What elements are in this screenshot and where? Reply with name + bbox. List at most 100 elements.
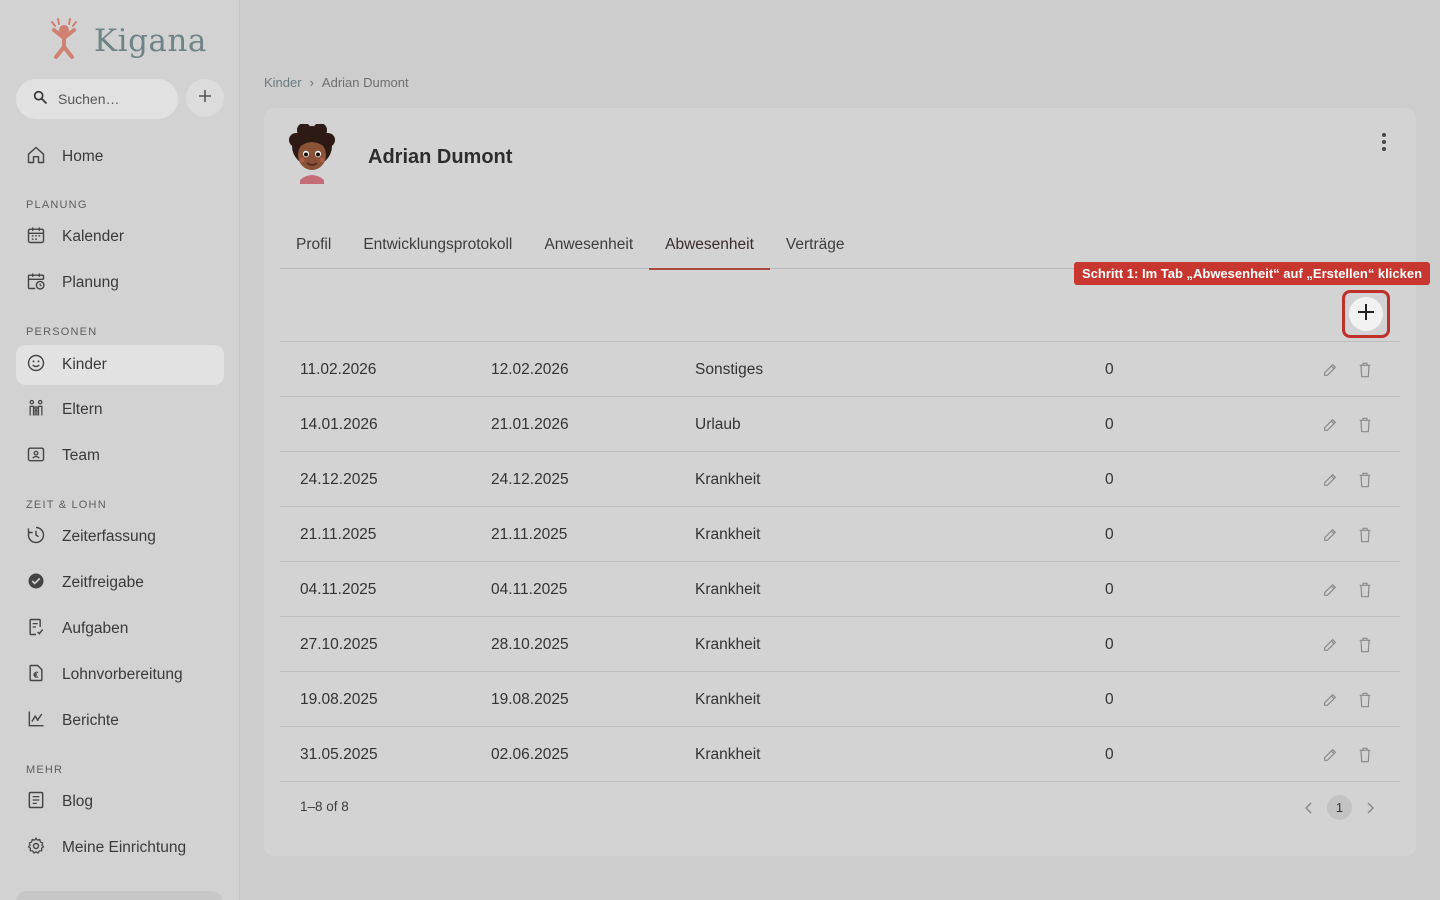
absence-to-date: 04.11.2025	[491, 581, 568, 598]
sidebar-item-kinder[interactable]: Kinder	[16, 345, 224, 385]
sidebar-item-kalender[interactable]: Kalender	[16, 217, 224, 257]
delete-icon[interactable]	[1355, 470, 1375, 490]
more-options-button[interactable]	[1370, 130, 1398, 158]
absence-type: Krankheit	[695, 746, 761, 763]
delete-icon[interactable]	[1355, 745, 1375, 765]
table-row[interactable]: 21.11.2025 21.11.2025 Krankheit 0	[280, 507, 1400, 562]
table-row[interactable]: 24.12.2025 24.12.2025 Krankheit 0	[280, 452, 1400, 507]
absence-type: Sonstiges	[695, 361, 764, 378]
sidebar-item-label: Lohnvorbereitung	[62, 666, 183, 683]
edit-icon[interactable]	[1320, 635, 1340, 655]
tab-abwesenheit[interactable]: Abwesenheit	[649, 226, 770, 270]
table-row[interactable]: 27.10.2025 28.10.2025 Krankheit 0	[280, 617, 1400, 672]
pagination-summary: 1–8 of 8	[300, 799, 349, 814]
calendar-icon	[26, 225, 46, 250]
absence-days: 0	[1105, 636, 1114, 653]
sidebar-item-aufgaben[interactable]: Aufgaben	[16, 609, 224, 649]
absence-type: Krankheit	[695, 691, 761, 708]
breadcrumb-link-kinder[interactable]: Kinder	[264, 75, 302, 90]
sidebar-item-home[interactable]: Home	[16, 137, 224, 177]
sidebar-item-label: Berichte	[62, 712, 119, 729]
sidebar-item-planung[interactable]: Planung	[16, 263, 224, 303]
sidebar-item-team[interactable]: Team	[16, 436, 224, 476]
absence-type: Krankheit	[695, 526, 761, 543]
delete-icon[interactable]	[1355, 360, 1375, 380]
table-row[interactable]: 19.08.2025 19.08.2025 Krankheit 0	[280, 672, 1400, 727]
tab-profil[interactable]: Profil	[280, 226, 347, 269]
table-row[interactable]: 04.11.2025 04.11.2025 Krankheit 0	[280, 562, 1400, 617]
smiley-face-icon	[26, 353, 46, 378]
tab-vertraege[interactable]: Verträge	[770, 226, 861, 269]
table-row[interactable]: 14.01.2026 21.01.2026 Urlaub 0	[280, 397, 1400, 452]
brand-name: Kigana	[94, 22, 207, 59]
absence-type: Krankheit	[695, 471, 761, 488]
absence-to-date: 19.08.2025	[491, 691, 569, 708]
delete-icon[interactable]	[1355, 580, 1375, 600]
search-input[interactable]	[58, 91, 168, 107]
delete-icon[interactable]	[1355, 415, 1375, 435]
absence-to-date: 21.11.2025	[491, 526, 568, 543]
absence-days: 0	[1105, 471, 1114, 488]
euro-document-icon	[26, 663, 46, 688]
search-box[interactable]	[16, 79, 178, 119]
task-icon	[26, 617, 46, 642]
next-page-button[interactable]	[1360, 796, 1380, 820]
previous-page-button[interactable]	[1299, 796, 1319, 820]
gear-icon	[26, 836, 46, 861]
page-number-button[interactable]: 1	[1327, 795, 1352, 820]
quick-add-button[interactable]	[186, 79, 224, 117]
child-avatar	[284, 123, 340, 184]
absence-type: Urlaub	[695, 416, 741, 433]
edit-icon[interactable]	[1320, 580, 1340, 600]
edit-icon[interactable]	[1320, 415, 1340, 435]
absence-days: 0	[1105, 691, 1114, 708]
tab-entwicklungsprotokoll[interactable]: Entwicklungsprotokoll	[347, 226, 528, 269]
tab-anwesenheit[interactable]: Anwesenheit	[528, 226, 649, 269]
absence-table: 11.02.2026 12.02.2026 Sonstiges 0 14.01.…	[280, 341, 1400, 782]
sidebar-item-label: Aufgaben	[62, 620, 129, 637]
absence-to-date: 21.01.2026	[491, 416, 569, 433]
family-icon	[26, 398, 46, 423]
sidebar-item-label: Team	[62, 447, 100, 464]
sidebar-item-zeiterfassung[interactable]: Zeiterfassung	[16, 517, 224, 557]
sidebar-item-lohnvorbereitung[interactable]: Lohnvorbereitung	[16, 655, 224, 695]
sidebar-item-meine-einrichtung[interactable]: Meine Einrichtung	[16, 828, 224, 868]
sidebar-item-zeitfreigabe[interactable]: Zeitfreigabe	[16, 563, 224, 603]
badge-icon	[26, 444, 46, 469]
plus-icon	[198, 89, 212, 108]
sidebar-item-blog[interactable]: Blog	[16, 782, 224, 822]
edit-icon[interactable]	[1320, 470, 1340, 490]
sidebar-item-label: Zeiterfassung	[62, 528, 156, 545]
sidebar-item-eltern[interactable]: Eltern	[16, 390, 224, 430]
sidebar-item-berichte[interactable]: Berichte	[16, 701, 224, 741]
edit-icon[interactable]	[1320, 360, 1340, 380]
absence-type: Krankheit	[695, 636, 761, 653]
delete-icon[interactable]	[1355, 635, 1375, 655]
sidebar-item-label: Blog	[62, 793, 94, 810]
clock-history-icon	[26, 525, 46, 550]
delete-icon[interactable]	[1355, 690, 1375, 710]
table-row[interactable]: 11.02.2026 12.02.2026 Sonstiges 0	[280, 342, 1400, 397]
more-vert-icon	[1382, 132, 1386, 156]
absence-from-date: 24.12.2025	[300, 471, 378, 488]
article-icon	[26, 790, 46, 815]
sidebar-item-label: Eltern	[62, 401, 103, 418]
delete-icon[interactable]	[1355, 525, 1375, 545]
chart-icon	[26, 709, 46, 734]
absence-days: 0	[1105, 416, 1114, 433]
check-circle-icon	[26, 571, 46, 596]
edit-icon[interactable]	[1320, 745, 1340, 765]
edit-icon[interactable]	[1320, 690, 1340, 710]
sidebar-item-label: Kalender	[62, 228, 125, 245]
section-label-personen: PERSONEN	[26, 326, 98, 338]
tutorial-hint-label: Schritt 1: Im Tab „Abwesenheit“ auf „Ers…	[1074, 262, 1431, 285]
section-label-zeit-lohn: ZEIT & LOHN	[26, 499, 107, 511]
child-name-title: Adrian Dumont	[368, 146, 513, 168]
table-row[interactable]: 31.05.2025 02.06.2025 Krankheit 0	[280, 727, 1400, 782]
brand-logo[interactable]: Kigana	[46, 16, 207, 65]
edit-icon[interactable]	[1320, 525, 1340, 545]
sidebar-item-label: Meine Einrichtung	[62, 839, 187, 856]
absence-from-date: 27.10.2025	[300, 636, 378, 653]
create-absence-button[interactable]	[1342, 290, 1390, 338]
sidebar-item-label: Zeitfreigabe	[62, 574, 144, 591]
